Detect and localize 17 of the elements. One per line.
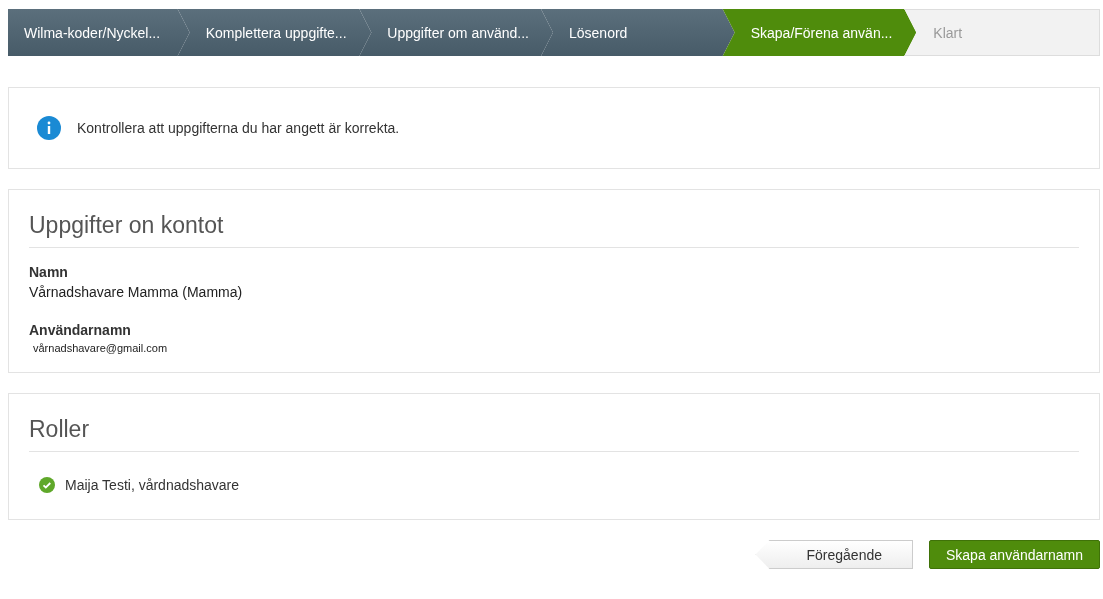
progress-step: Skapa/Förena använ...	[722, 9, 917, 56]
progress-step: Komplettera uppgifte...	[177, 9, 372, 56]
section-title: Roller	[29, 416, 1079, 452]
progress-step: Klart	[904, 9, 1101, 56]
role-label: Maija Testi, vårdnadshavare	[65, 477, 240, 493]
progress-step: Lösenord	[541, 9, 735, 56]
field-value: vårnadshavare@gmail.com	[32, 342, 169, 354]
create-button[interactable]: Skapa användarnamn	[929, 540, 1100, 569]
progress-step: Uppgifter om använd...	[359, 9, 553, 56]
info-icon	[37, 116, 61, 140]
back-button[interactable]: Föregående	[755, 540, 913, 569]
field-label: Namn	[29, 264, 69, 280]
field-label: Användarnamn	[29, 322, 132, 338]
progress-step: Wilma-koder/Nyckel...	[8, 9, 190, 56]
field-value: Vårnadshavare Mamma (Mamma)	[29, 284, 244, 300]
section-title: Uppgifter on kontot	[29, 212, 1079, 248]
info-message: Kontrollera att uppgifterna du har angett är korrekta.	[77, 120, 400, 136]
